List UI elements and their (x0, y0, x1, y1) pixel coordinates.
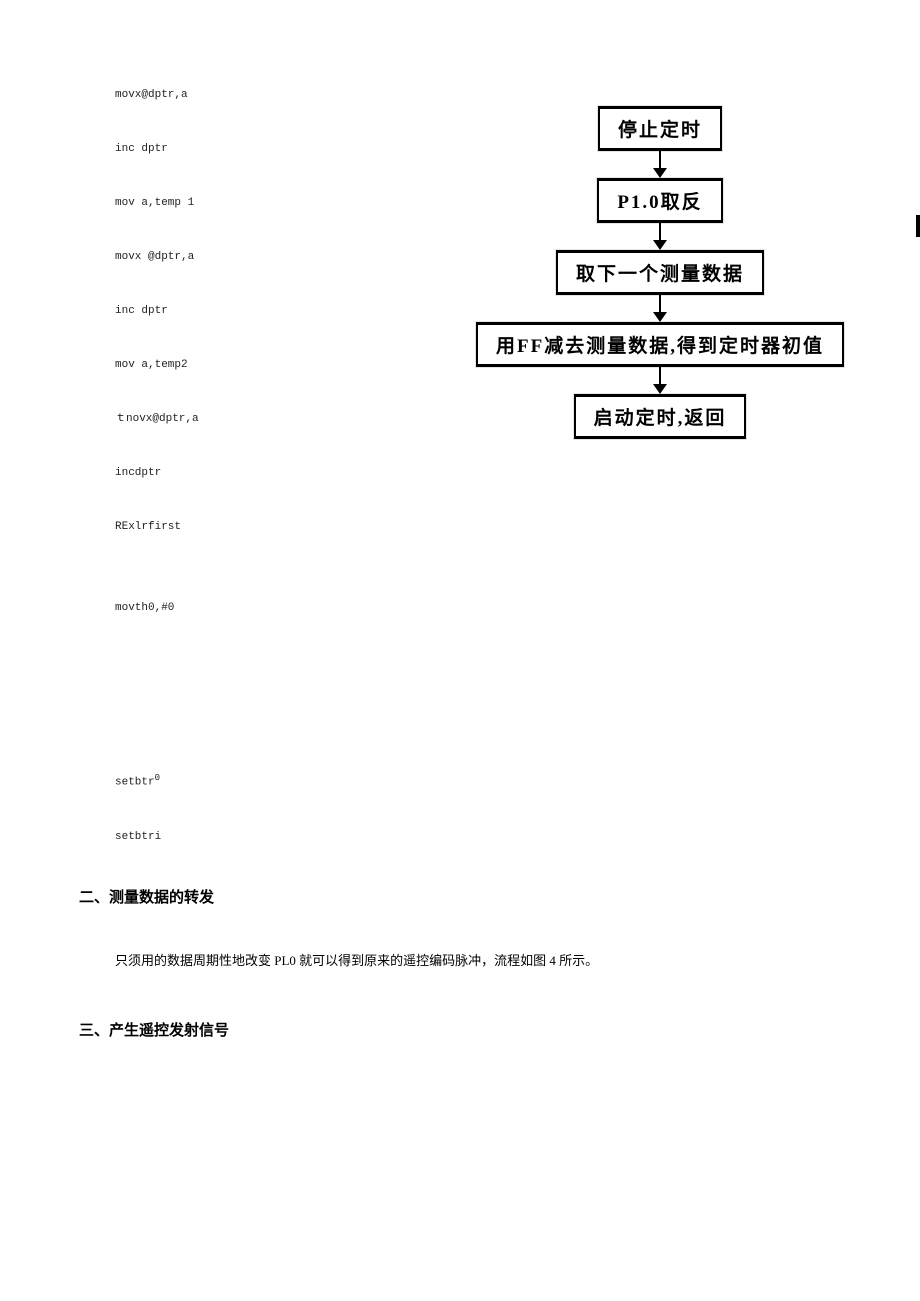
arrow-down-icon (653, 223, 667, 250)
code-line: setbtri (115, 832, 805, 843)
code-sup: 0 (155, 773, 160, 783)
flow-box-stop-timer: 停止定时 (598, 106, 722, 151)
code-line: incdptr (115, 468, 805, 479)
arrow-down-icon (653, 151, 667, 178)
flow-box-next-data: 取下一个测量数据 (556, 250, 764, 295)
flowchart: 停止定时 P1.0取反 取下一个测量数据 用FF减去测量数据,得到定时器初值 启… (460, 106, 860, 439)
paragraph-section-2: 只须用的数据周期性地改变 PL0 就可以得到原来的遥控编码脉冲，流程如图 4 所… (115, 951, 805, 972)
flow-box-ff-subtract: 用FF减去测量数据,得到定时器初值 (476, 322, 844, 367)
code-text: setbtr (115, 777, 155, 789)
code-line: setbtr0 (115, 774, 805, 789)
heading-section-2: 二、测量数据的转发 (79, 886, 805, 907)
arrow-down-icon (653, 295, 667, 322)
flow-box-start-return: 启动定时,返回 (574, 394, 747, 439)
heading-section-3: 三、产生遥控发射信号 (79, 1019, 805, 1040)
arrow-down-icon (653, 367, 667, 394)
flow-box-toggle-p10: P1.0取反 (597, 178, 722, 223)
code-line: movx@dptr,a (115, 90, 805, 101)
code-line: movth0,#0 (115, 603, 805, 614)
code-line: RExlrfirst (115, 522, 805, 533)
scan-artifact (916, 215, 920, 237)
